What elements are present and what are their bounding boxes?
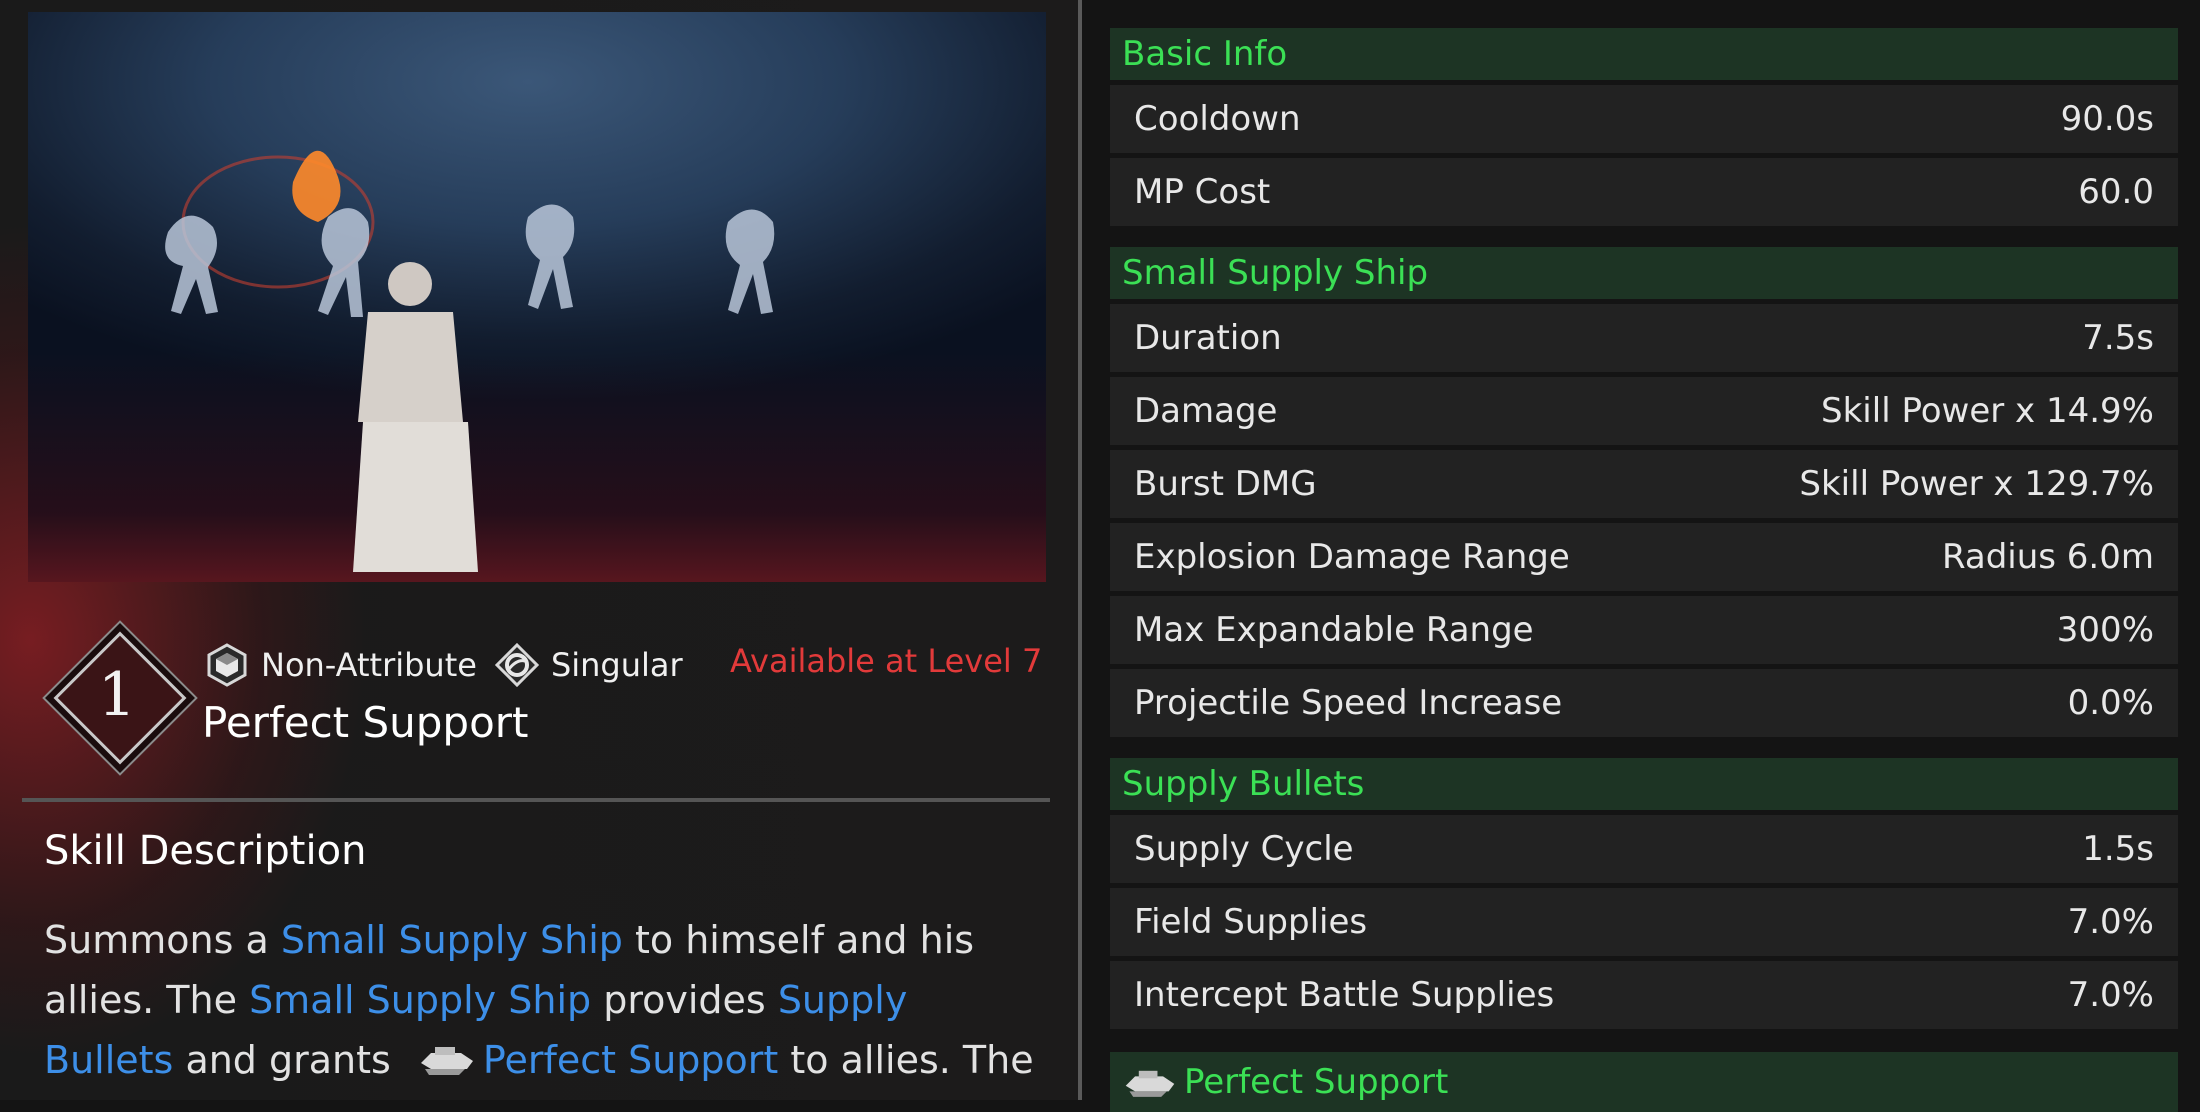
stat-label: Cooldown <box>1134 99 1301 139</box>
singular-icon <box>494 643 539 687</box>
skill-attribute-label: Non-Attribute <box>261 646 477 684</box>
skill-attribute-row: Non-Attribute Singular <box>205 640 701 690</box>
stat-value: Skill Power x 14.9% <box>1821 391 2154 431</box>
preview-scene <box>165 150 775 572</box>
stat-row: Field Supplies 7.0% <box>1110 888 2178 956</box>
monster-figure <box>525 204 575 309</box>
supply-ship-icon <box>420 1047 473 1075</box>
description-text: to allies. The <box>778 1038 1034 1082</box>
skill-preview-image <box>28 12 1046 582</box>
stat-row: Projectile Speed Increase 0.0% <box>1110 669 2178 737</box>
stat-label: Explosion Damage Range <box>1134 537 1570 577</box>
stat-label: Projectile Speed Increase <box>1134 683 1563 723</box>
stat-value: 7.5s <box>2082 318 2154 358</box>
description-text: provides <box>591 978 778 1022</box>
keyword-link-perfect-support[interactable]: Perfect Support <box>483 1038 778 1082</box>
stat-label: Field Supplies <box>1134 902 1368 942</box>
monster-figure <box>725 209 775 314</box>
skill-description-text: Summons a Small Supply Ship to himself a… <box>44 910 1044 1090</box>
skill-stats-panel: Basic Info Cooldown 90.0s MP Cost 60.0 S… <box>1110 28 2178 1029</box>
stat-value: 0.0% <box>2067 683 2154 723</box>
stat-value: 300% <box>2056 610 2154 650</box>
skill-description-title: Skill Description <box>44 828 367 874</box>
section-divider <box>22 798 1050 802</box>
stat-row: Explosion Damage Range Radius 6.0m <box>1110 523 2178 591</box>
supply-ship-icon <box>1125 1070 1175 1097</box>
stat-row: MP Cost 60.0 <box>1110 158 2178 226</box>
stat-value: 7.0% <box>2067 902 2154 942</box>
stat-value: Skill Power x 129.7% <box>1799 464 2154 504</box>
stat-label: Damage <box>1134 391 1278 431</box>
stat-value: 7.0% <box>2067 975 2154 1015</box>
section-header-supply-bullets: Supply Bullets <box>1110 758 2178 810</box>
skill-rank-number: 1 <box>97 660 137 730</box>
stat-value: 90.0s <box>2060 99 2154 139</box>
character-figure <box>353 262 478 572</box>
stat-label: Intercept Battle Supplies <box>1134 975 1555 1015</box>
section-header-small-supply-ship: Small Supply Ship <box>1110 247 2178 299</box>
fire-effect <box>292 150 341 222</box>
keyword-link-small-supply-ship[interactable]: Small Supply Ship <box>249 978 591 1022</box>
monster-figure <box>165 215 218 314</box>
stat-row: Duration 7.5s <box>1110 304 2178 372</box>
stat-value: 1.5s <box>2082 829 2154 869</box>
stat-row: Intercept Battle Supplies 7.0% <box>1110 961 2178 1029</box>
stat-label: Duration <box>1134 318 1282 358</box>
stat-row: Cooldown 90.0s <box>1110 85 2178 153</box>
section-header-label: Perfect Support <box>1184 1062 1449 1102</box>
stat-label: MP Cost <box>1134 172 1271 212</box>
stat-row: Max Expandable Range 300% <box>1110 596 2178 664</box>
stat-row: Burst DMG Skill Power x 129.7% <box>1110 450 2178 518</box>
keyword-link-small-supply-ship[interactable]: Small Supply Ship <box>281 918 623 962</box>
stat-row: Supply Cycle 1.5s <box>1110 815 2178 883</box>
description-text: and grants <box>173 1038 403 1082</box>
stat-label: Burst DMG <box>1134 464 1317 504</box>
stat-value: 60.0 <box>2078 172 2154 212</box>
stat-row: Damage Skill Power x 14.9% <box>1110 377 2178 445</box>
skill-name: Perfect Support <box>202 698 529 747</box>
stat-label: Supply Cycle <box>1134 829 1354 869</box>
stat-label: Max Expandable Range <box>1134 610 1534 650</box>
description-text: Summons a <box>44 918 281 962</box>
skill-rank-badge: 1 <box>52 630 187 765</box>
section-header-perfect-support: Perfect Support <box>1110 1052 2178 1112</box>
panel-divider <box>1078 0 1082 1100</box>
availability-text: Available at Level 7 <box>730 642 1043 680</box>
non-attribute-icon <box>207 643 247 687</box>
section-header-basic-info: Basic Info <box>1110 28 2178 80</box>
monster-figure <box>318 208 370 317</box>
skill-type-label: Singular <box>550 646 683 684</box>
stat-value: Radius 6.0m <box>1941 537 2154 577</box>
